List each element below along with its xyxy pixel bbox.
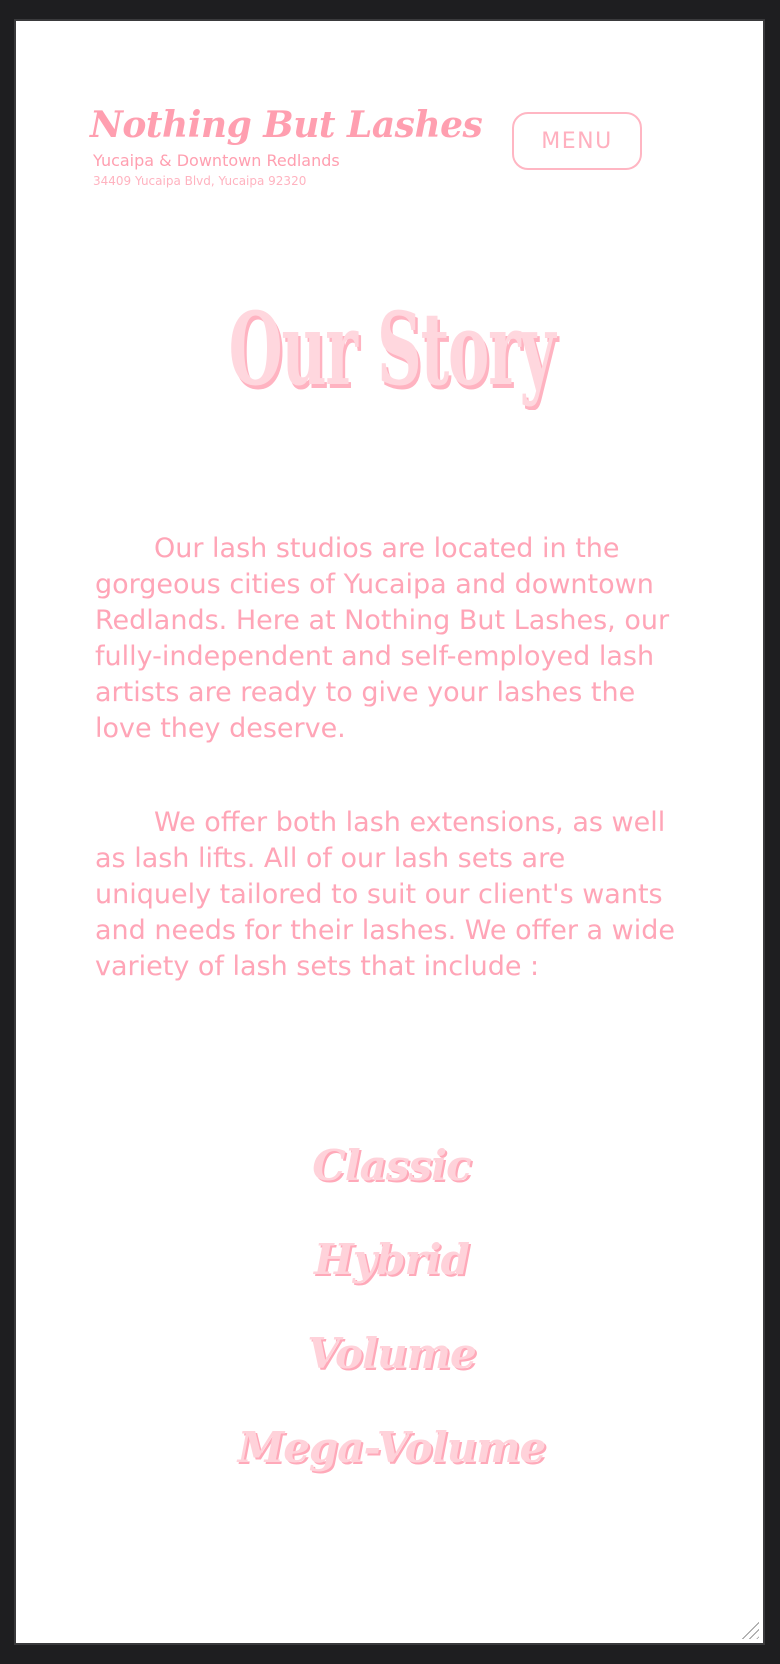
story-paragraph-2: We offer both lash extensions, as well a…	[95, 807, 675, 982]
lash-set-hybrid: Hybrid	[314, 1235, 470, 1284]
brand-address: 34409 Yucaipa Blvd, Yucaipa 92320	[93, 174, 307, 188]
brand-title[interactable]: Nothing But Lashes	[90, 105, 483, 145]
brand-block[interactable]: Nothing But Lashes Yucaipa & Downtown Re…	[90, 105, 483, 188]
lash-set-volume: Volume	[307, 1329, 476, 1378]
story-paragraph-1: Our lash studios are located in the gorg…	[95, 533, 670, 744]
brand-subtitle: Yucaipa & Downtown Redlands	[93, 151, 340, 170]
browser-viewport: Nothing But Lashes Yucaipa & Downtown Re…	[14, 19, 765, 1645]
lash-set-mega-volume: Mega-Volume	[237, 1423, 547, 1472]
menu-button[interactable]: MENU	[512, 112, 642, 170]
lash-set-classic: Classic	[312, 1141, 471, 1190]
page-title: Our Story	[228, 290, 556, 408]
resize-grip-icon[interactable]	[737, 1617, 759, 1639]
lash-sets-list: Classic Hybrid Volume Mega-Volume	[16, 1119, 763, 1495]
